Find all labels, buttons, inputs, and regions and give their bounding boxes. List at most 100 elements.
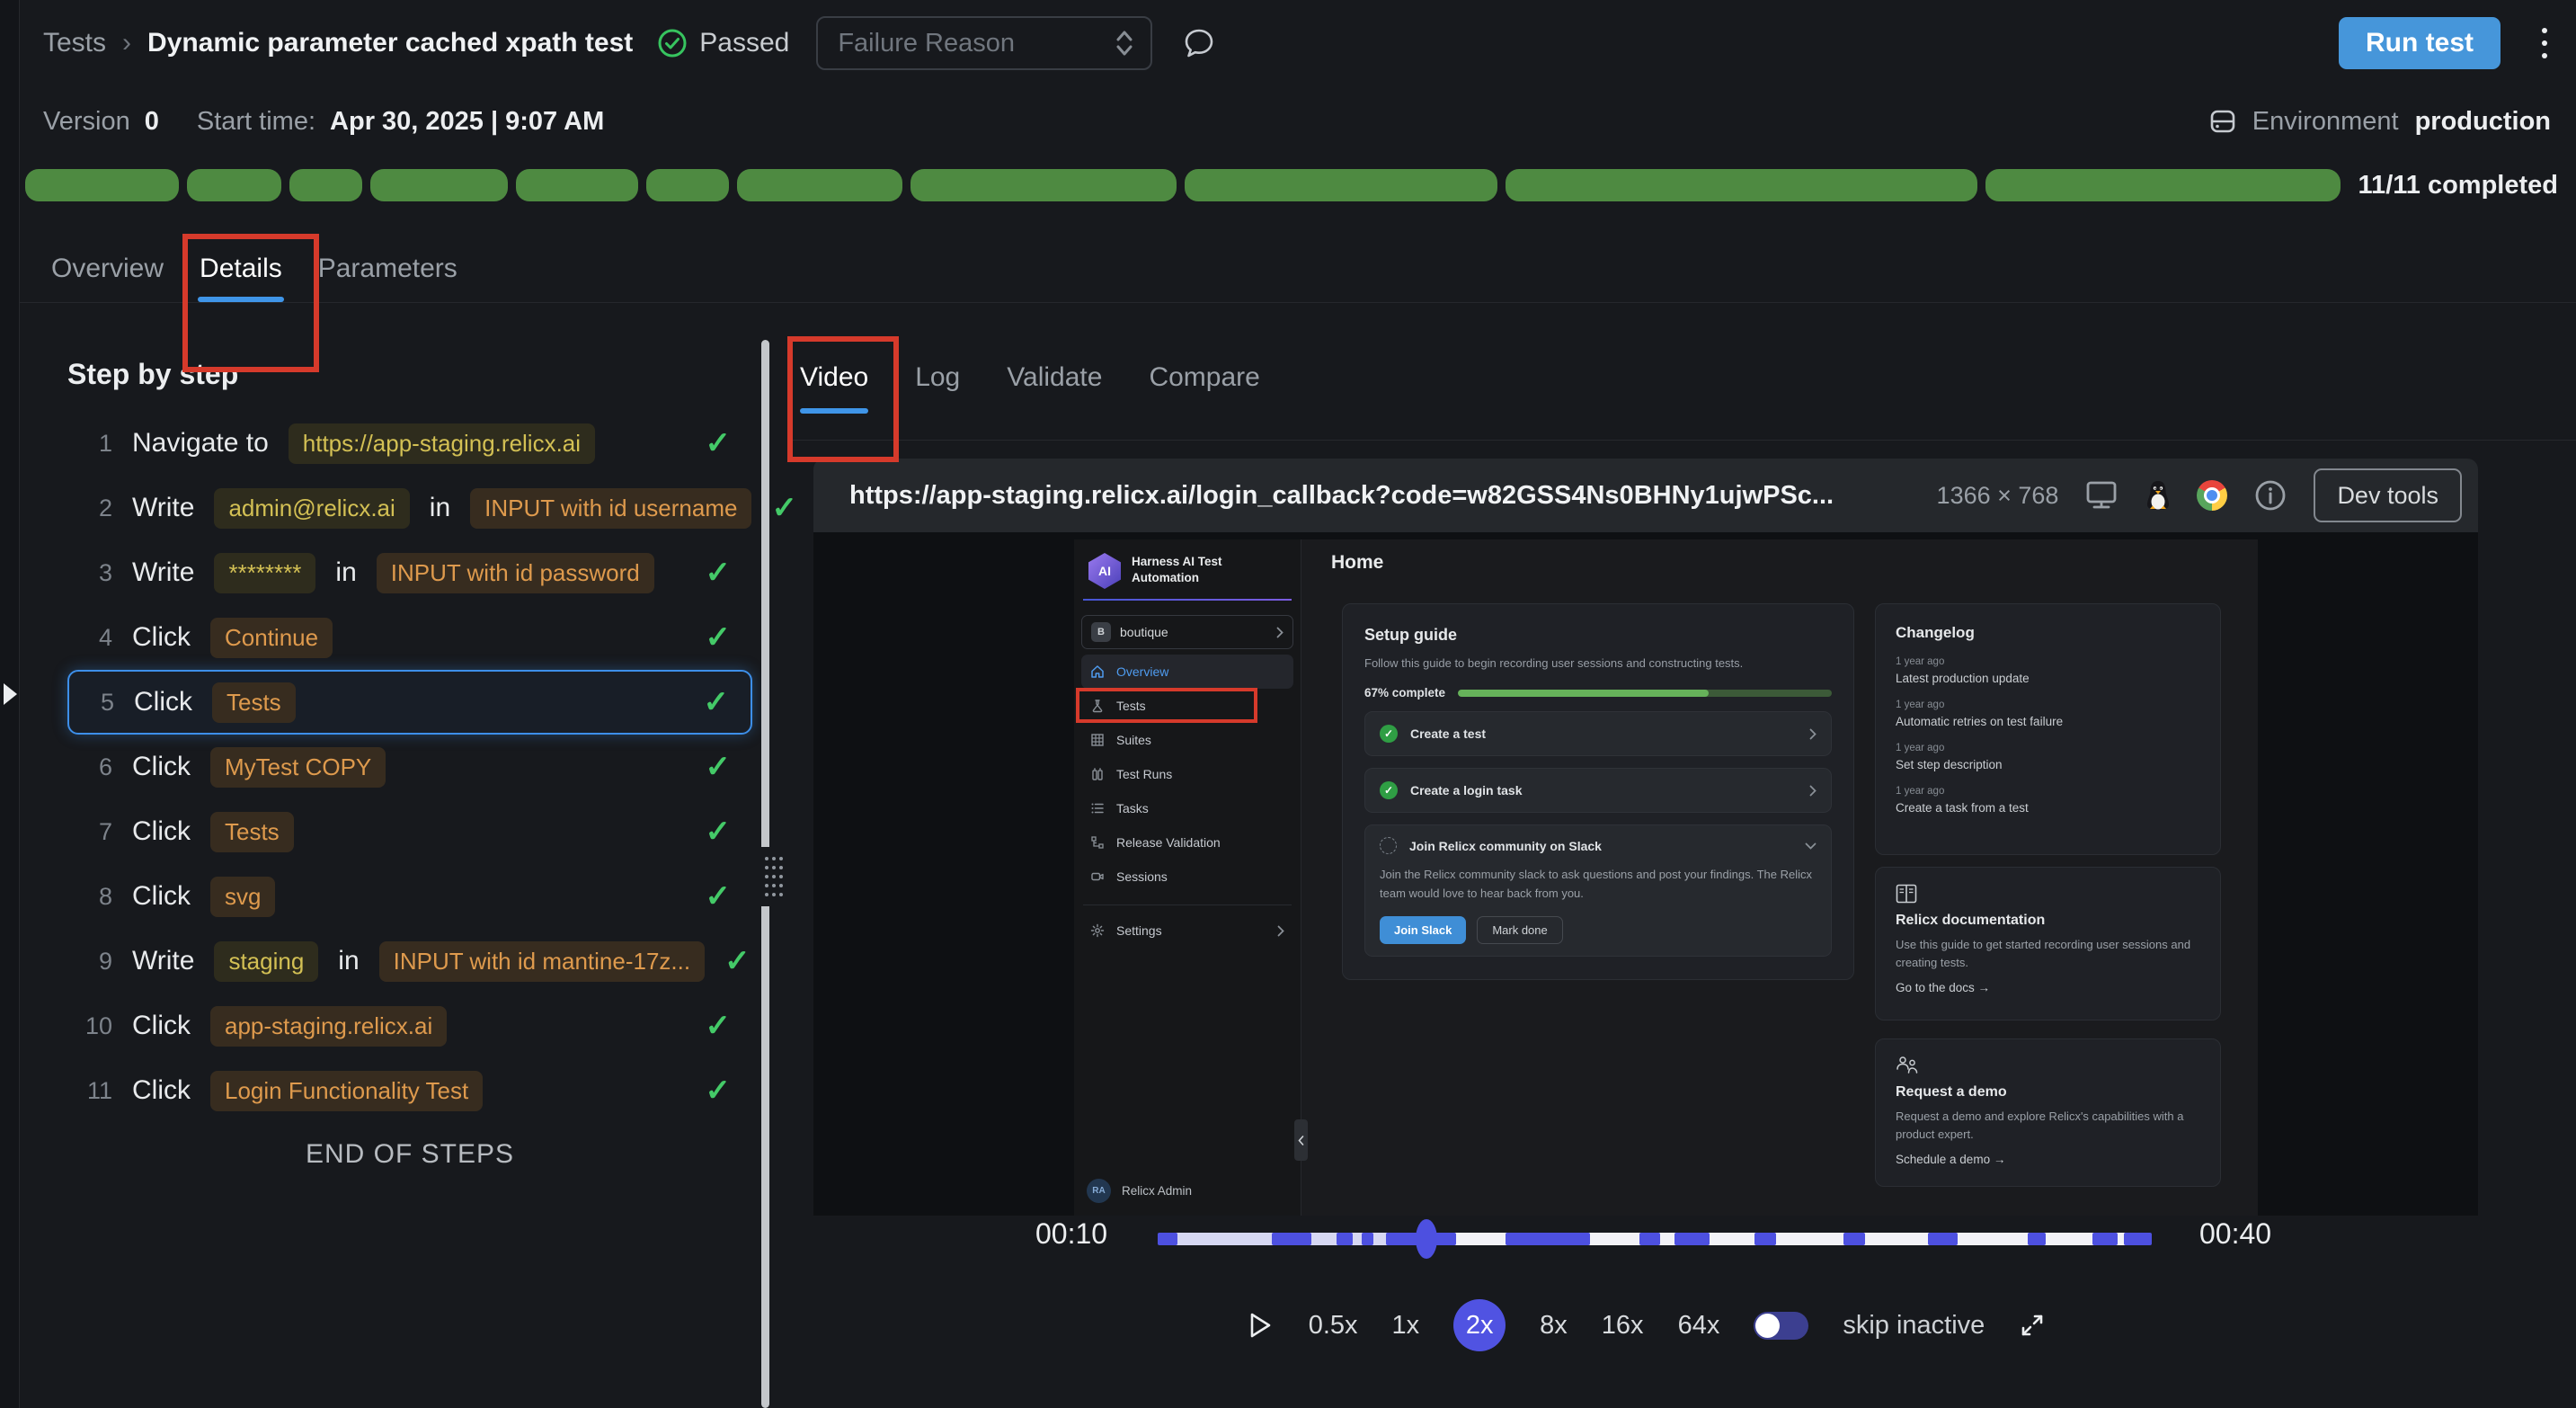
step-row-11[interactable]: 11 Click Login Functionality Test ✓ <box>67 1058 752 1123</box>
step-action: Click <box>132 622 191 653</box>
speed-2x-active[interactable]: 2x <box>1453 1299 1506 1351</box>
play-icon[interactable] <box>1246 1310 1275 1341</box>
speed-8x[interactable]: 8x <box>1540 1311 1568 1341</box>
progress-segment <box>646 169 729 201</box>
test-run-screen: Tests › Dynamic parameter cached xpath t… <box>0 0 2576 1408</box>
step-selector-badge: Tests <box>210 812 294 852</box>
chevron-left-icon <box>1298 1136 1304 1145</box>
changelog-age: 1 year ago <box>1896 700 2200 710</box>
grid-icon <box>1090 733 1105 747</box>
step-row-6[interactable]: 6 Click MyTest COPY ✓ <box>67 735 752 799</box>
viewer-tabs-divider <box>787 440 2576 441</box>
nav-label: Test Runs <box>1116 767 1172 781</box>
step-action: Click <box>132 1075 191 1106</box>
tab-log[interactable]: Log <box>915 360 960 414</box>
progress-segment <box>25 169 179 201</box>
meta-row: Version 0 Start time: Apr 30, 2025 | 9:0… <box>43 106 2551 137</box>
status-label: Passed <box>699 28 789 58</box>
failure-reason-select[interactable]: Failure Reason <box>816 16 1152 70</box>
speed-16x[interactable]: 16x <box>1602 1311 1644 1341</box>
speed-64x[interactable]: 64x <box>1678 1311 1720 1341</box>
info-icon[interactable] <box>2252 477 2288 513</box>
skip-inactive-toggle[interactable] <box>1754 1312 1808 1340</box>
step-row-2[interactable]: 2 Write admin@relicx.ai in INPUT with id… <box>67 476 752 540</box>
activity-segment <box>1362 1233 1373 1245</box>
step-row-7[interactable]: 7 Click Tests ✓ <box>67 799 752 864</box>
dev-tools-button[interactable]: Dev tools <box>2314 468 2462 522</box>
activity-segment <box>2028 1233 2046 1245</box>
tabs-divider <box>20 302 2576 303</box>
project-selector: B boutique <box>1081 615 1293 649</box>
app-logo-icon: AI <box>1087 553 1123 589</box>
nav-item-test-runs: Test Runs <box>1081 757 1293 791</box>
step-success-icon: ✓ <box>771 490 797 526</box>
more-options-icon[interactable] <box>2536 22 2553 64</box>
progress-segment <box>187 169 281 201</box>
sidebar-collapse-handle <box>1294 1119 1308 1161</box>
end-of-steps-label: END OF STEPS <box>67 1139 752 1170</box>
progress-segments <box>25 169 2341 201</box>
step-action: Write <box>132 557 194 588</box>
activity-segment <box>2124 1233 2152 1245</box>
progress-segment <box>1506 169 1977 201</box>
speed-1x[interactable]: 1x <box>1392 1311 1420 1341</box>
changelog-text: Automatic retries on test failure <box>1896 715 2200 728</box>
app-brand: Harness AI Test Automation <box>1132 554 1222 586</box>
video-camera-icon <box>1090 869 1105 884</box>
chevron-down-icon <box>1805 842 1817 850</box>
step-row-8[interactable]: 8 Click svg ✓ <box>67 864 752 929</box>
activity-segment <box>1272 1233 1311 1245</box>
step-row-3[interactable]: 3 Write ******** in INPUT with id passwo… <box>67 540 752 605</box>
tab-overview[interactable]: Overview <box>51 252 164 302</box>
step-success-icon: ✓ <box>704 684 730 720</box>
tab-validate[interactable]: Validate <box>1007 360 1102 414</box>
playhead[interactable] <box>1416 1219 1437 1259</box>
changelog-age: 1 year ago <box>1896 656 2200 667</box>
timeline-track[interactable] <box>1158 1233 2152 1245</box>
progress-segment <box>737 169 902 201</box>
step-success-icon: ✓ <box>706 878 732 914</box>
check-circle-icon: ✓ <box>1380 781 1398 799</box>
fullscreen-icon[interactable] <box>2019 1312 2046 1339</box>
panel-resize-handle[interactable] <box>759 847 788 906</box>
expand-sidebar-icon[interactable] <box>4 683 17 705</box>
step-row-4[interactable]: 4 Click Continue ✓ <box>67 605 752 670</box>
app-brand-line1: Harness AI Test <box>1132 554 1222 570</box>
step-row-10[interactable]: 10 Click app-staging.relicx.ai ✓ <box>67 994 752 1058</box>
setup-item-create-test: ✓ Create a test <box>1364 711 1832 756</box>
user-name: Relicx Admin <box>1122 1184 1192 1198</box>
step-conjunction: in <box>335 557 356 588</box>
speed-0.5x[interactable]: 0.5x <box>1309 1311 1358 1341</box>
request-demo-card: Request a demo Request a demo and explor… <box>1875 1038 2221 1187</box>
setup-guide-card: Setup guide Follow this guide to begin r… <box>1342 603 1854 980</box>
step-action: Click <box>132 1011 191 1041</box>
run-test-button[interactable]: Run test <box>2339 17 2500 69</box>
docs-icon <box>1896 884 1917 904</box>
chrome-icon <box>2197 480 2227 511</box>
slack-description: Join the Relicx community slack to ask q… <box>1380 865 1817 903</box>
nav-label: Overview <box>1116 664 1168 679</box>
completed-count: 11/11 completed <box>2358 171 2558 201</box>
breadcrumb[interactable]: Tests <box>43 28 106 58</box>
step-number: 4 <box>80 624 112 652</box>
step-conjunction: in <box>430 493 450 523</box>
step-row-1[interactable]: 1 Navigate to https://app-staging.relicx… <box>67 411 752 476</box>
step-success-icon: ✓ <box>706 1008 732 1044</box>
tab-compare[interactable]: Compare <box>1149 360 1259 414</box>
changelog-entry: 1 year ago Set step description <box>1896 743 2200 771</box>
chevron-right-icon <box>1809 785 1817 797</box>
step-row-9[interactable]: 9 Write staging in INPUT with id mantine… <box>67 929 752 994</box>
environment-icon <box>2207 106 2238 137</box>
step-action: Navigate to <box>132 428 269 459</box>
total-time: 00:40 <box>2199 1217 2271 1251</box>
nav-item-overview: Overview <box>1081 655 1293 689</box>
step-selector-badge: svg <box>210 877 275 917</box>
activity-segment <box>1639 1233 1659 1245</box>
tab-parameters[interactable]: Parameters <box>318 252 457 302</box>
step-selector-badge: INPUT with id mantine-17z... <box>379 941 705 982</box>
monitor-icon <box>2083 478 2119 512</box>
documentation-card: Relicx documentation Use this guide to g… <box>1875 867 2221 1020</box>
step-row-5-selected[interactable]: 5 Click Tests ✓ <box>67 670 752 735</box>
comment-icon[interactable] <box>1181 25 1217 61</box>
step-selector-badge: INPUT with id username <box>470 488 751 529</box>
